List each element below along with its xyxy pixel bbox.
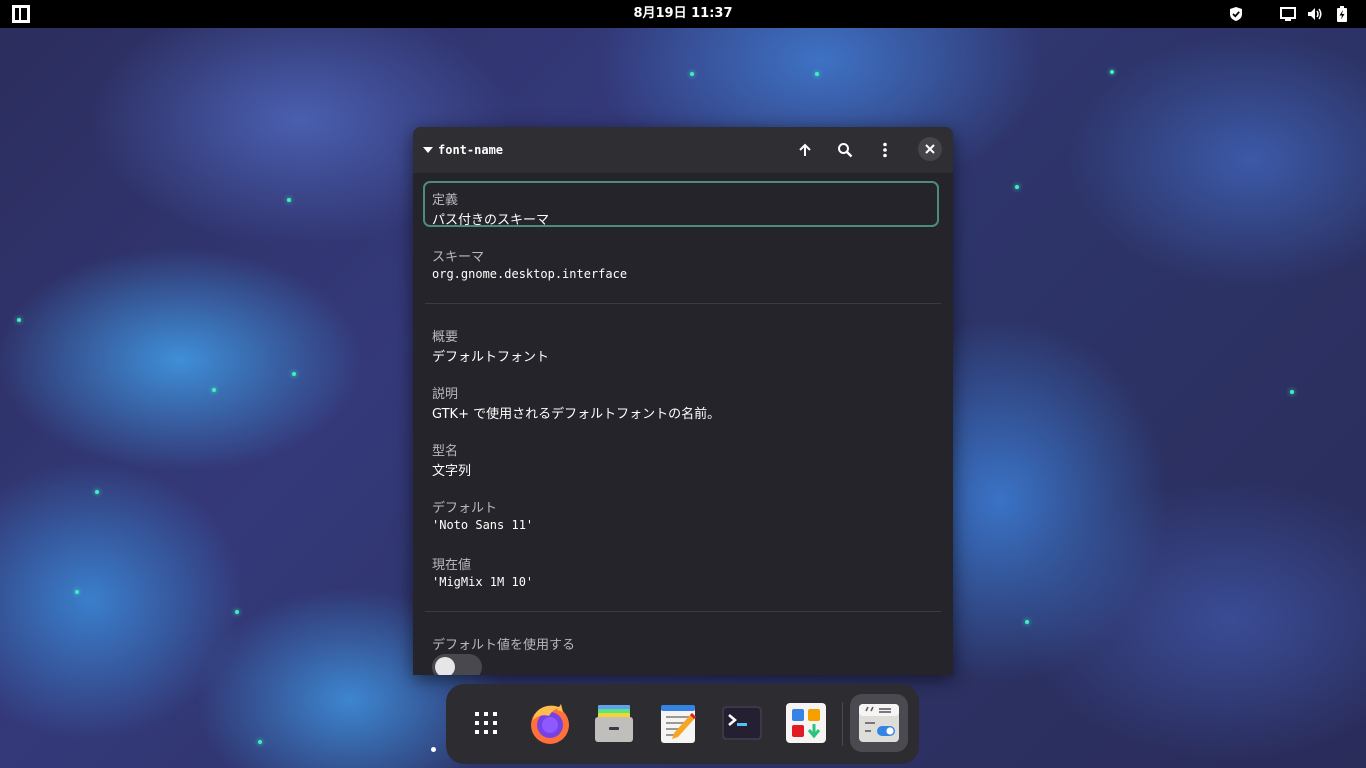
description-value: GTK+ で使用されるデフォルトフォントの名前。 [432, 407, 721, 422]
volume-icon[interactable] [1307, 6, 1323, 22]
clock[interactable]: 8月19日 11:37 [0, 0, 1366, 28]
schema-value: org.gnome.desktop.interface [432, 267, 628, 281]
wallpaper-speck [1015, 185, 1019, 189]
files-icon [595, 705, 633, 742]
dock-dconf-editor[interactable] [850, 694, 908, 752]
dock-software[interactable] [777, 694, 835, 752]
wallpaper-speck [815, 72, 819, 76]
software-icon [786, 703, 826, 743]
wallpaper-speck [1025, 620, 1029, 624]
dock-separator [842, 702, 843, 746]
close-icon [925, 144, 935, 154]
app-grid-icon [475, 712, 497, 734]
wallpaper-speck [258, 740, 262, 744]
type-value: 文字列 [432, 464, 472, 479]
close-button[interactable] [918, 137, 942, 161]
security-shield-icon[interactable] [1229, 6, 1243, 22]
firefox-icon [531, 704, 569, 744]
dock-terminal[interactable] [713, 694, 771, 752]
default-label: デフォルト [432, 501, 498, 516]
key-properties: 定義 パス付きのスキーマ スキーマ org.gnome.desktop.inte… [413, 173, 953, 675]
type-label: 型名 [432, 444, 459, 459]
search-button[interactable] [831, 136, 859, 164]
search-icon [838, 143, 853, 158]
top-bar: 8月19日 11:37 [0, 0, 1366, 28]
dconf-editor-window: font-name 定義 パス付きのスキーマ スキーマ org.gnome.de… [413, 127, 953, 675]
switch-knob [435, 657, 455, 675]
divider [425, 611, 941, 612]
dock-text-editor[interactable] [649, 694, 707, 752]
description-label: 説明 [432, 387, 459, 402]
menu-button[interactable] [871, 136, 899, 164]
summary-value: デフォルトフォント [432, 350, 550, 365]
wallpaper-speck [17, 318, 21, 322]
wallpaper-speck [75, 590, 79, 594]
use-default-label: デフォルト値を使用する [432, 638, 576, 653]
wallpaper-speck [212, 388, 216, 392]
wallpaper-speck [292, 372, 296, 376]
display-icon[interactable] [1280, 6, 1296, 22]
summary-label: 概要 [432, 330, 459, 345]
menu-icon [883, 142, 887, 158]
definition-label: 定義 [432, 193, 459, 208]
wallpaper-speck [1290, 390, 1294, 394]
wallpaper-speck [95, 490, 99, 494]
dock [446, 684, 919, 764]
activities-logo-icon[interactable] [12, 5, 30, 23]
go-up-button[interactable] [791, 136, 819, 164]
current-value-label: 現在値 [432, 558, 472, 573]
schema-label: スキーマ [432, 250, 485, 265]
running-indicator [431, 747, 436, 752]
use-default-switch[interactable] [432, 654, 482, 675]
dconf-editor-icon [859, 704, 899, 742]
definition-value: パス付きのスキーマ [432, 213, 550, 228]
current-value: 'MigMix 1M 10' [432, 575, 534, 589]
header-bar: font-name [413, 127, 953, 173]
divider [425, 303, 941, 304]
terminal-icon [722, 706, 762, 740]
key-path-dropdown[interactable]: font-name [423, 127, 503, 173]
wallpaper-speck [1110, 70, 1114, 74]
wallpaper-speck [690, 72, 694, 76]
battery-icon[interactable] [1336, 6, 1348, 22]
chevron-down-icon [423, 147, 433, 153]
go-up-icon [799, 143, 811, 156]
wallpaper-speck [235, 610, 239, 614]
default-value: 'Noto Sans 11' [432, 518, 534, 532]
window-title: font-name [438, 143, 504, 157]
wallpaper-speck [287, 198, 291, 202]
text-editor-icon [661, 705, 696, 743]
dock-files[interactable] [585, 694, 643, 752]
app-grid-button[interactable] [457, 694, 515, 752]
dock-firefox[interactable] [521, 694, 579, 752]
